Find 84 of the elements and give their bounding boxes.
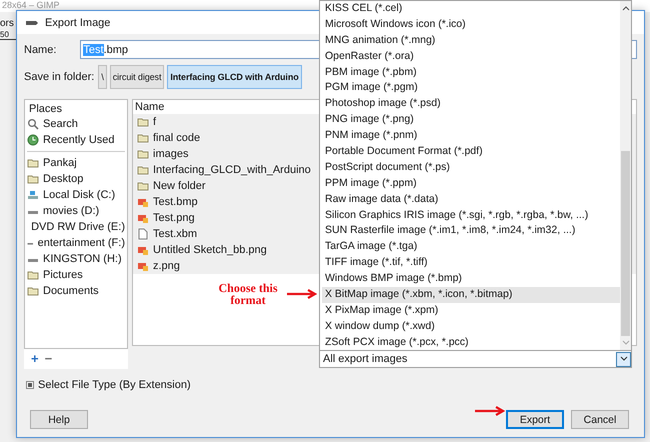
file-item[interactable]: images [153,148,188,160]
folder-icon [137,148,149,160]
file-type-option[interactable]: X BitMap image (*.xbm, *.icon, *.bitmap) [322,287,620,303]
file-type-option[interactable]: Microsoft Windows icon (*.ico) [322,16,620,33]
file-type-option[interactable]: Raw image data (*.data) [322,192,620,208]
place-item[interactable]: Pictures [43,269,83,281]
file-type-option[interactable]: PPM image (*.ppm) [322,176,620,192]
folder-icon [27,269,39,281]
path-button[interactable]: \ [98,65,107,89]
column-header: Places [28,102,64,116]
path-button[interactable]: Interfacing GLCD with Arduino [167,65,302,89]
file-type-option[interactable]: MNG animation (*.mng) [322,32,620,49]
file-item[interactable]: Test.xbm [153,228,198,240]
annotation-arrow [286,289,317,299]
folder-icon [137,180,149,192]
scroll-up-icon[interactable] [622,5,630,11]
help-button[interactable]: Help [30,410,88,429]
image-file-icon [137,244,149,256]
file-item[interactable]: Test.bmp [153,196,198,208]
file-type-option[interactable]: PNM image (*.pnm) [322,128,620,144]
file-type-option[interactable]: Photoshop image (*.psd) [322,96,620,112]
place-item[interactable]: Search [43,118,78,130]
file-type-option[interactable]: PNG image (*.png) [322,112,620,128]
place-item[interactable]: Pankaj [43,157,77,169]
file-item[interactable]: Interfacing_GLCD_with_Arduino [153,164,311,176]
file-type-option[interactable]: X window dump (*.xwd) [322,318,620,335]
file-item[interactable]: final code [153,132,200,144]
place-item[interactable]: movies (D:) [43,205,100,217]
annotation-text: Choose this format [217,282,278,306]
export-button[interactable]: Export [506,410,564,429]
file-type-combo[interactable]: All export images [323,353,408,365]
file-item[interactable]: Untitled Sketch_bb.png [153,244,267,256]
remove-button[interactable]: − [44,353,52,365]
name-label: Name: [24,44,56,56]
file-type-option[interactable]: X PixMap image (*.xpm) [322,302,620,319]
file-type-option[interactable]: Silicon Graphics IRIS image (*.sgi, *.rgb, *.rgba, *.bw, ...) [322,208,620,224]
file-type-option[interactable]: TarGA image (*.tga) [322,239,620,256]
file-type-option[interactable]: PBM image (*.pbm) [322,64,620,80]
folder-icon [27,285,39,297]
folder-icon [137,164,149,176]
menu-item[interactable]: ors [0,18,16,30]
cancel-button[interactable]: Cancel [571,410,629,429]
place-item[interactable]: DVD RW Drive (E:) [31,221,125,233]
folder-icon [27,157,39,169]
expander-label[interactable]: Select File Type (By Extension) [38,379,191,391]
file-item[interactable]: f [153,116,156,128]
file-icon [137,228,149,240]
annotation-arrow [474,406,505,416]
place-item[interactable]: KINGSTON (H:) [43,253,122,265]
file-type-option[interactable]: ZSoft PCX image (*.pcx, *.pcc) [322,334,620,350]
dialog-title: Export Image [45,16,110,28]
file-item[interactable]: z.png [153,260,180,272]
folder-icon [27,173,39,185]
caret-icon [620,356,628,362]
file-type-option[interactable]: Windows BMP image (*.bmp) [322,271,620,288]
clock-icon [27,134,39,146]
add-button[interactable]: + [31,353,39,365]
file-type-option[interactable]: PGM image (*.pgm) [322,80,620,96]
scrollbar[interactable] [620,1,631,350]
file-item[interactable]: Test.png [153,212,195,224]
folder-icon [137,116,149,128]
column-header: Name [135,101,164,113]
file-type-option[interactable]: TIFF image (*.tif, *.tiff) [322,255,620,272]
drive-icon [27,189,39,201]
file-type-option[interactable]: SUN Rasterfile image (*.im1, *.im8, *.im24, *.im32, ...) [322,223,620,240]
place-item[interactable]: Desktop [43,173,84,185]
file-item[interactable]: New folder [153,180,206,192]
expander-icon[interactable] [26,381,34,389]
folder-label: Save in folder: [24,71,94,83]
file-type-option[interactable]: Portable Document Format (*.pdf) [322,144,620,160]
folder-icon [137,132,149,144]
search-icon [27,118,39,130]
file-type-option[interactable]: OpenRaster (*.ora) [322,48,620,65]
dropdown-button[interactable] [616,352,631,366]
file-type-option[interactable]: PostScript document (*.ps) [322,160,620,176]
app-icon [25,18,39,26]
place-item[interactable]: Documents [43,285,99,297]
image-file-icon [137,260,149,272]
place-item[interactable]: Recently Used [43,134,115,146]
image-file-icon [137,212,149,224]
place-item[interactable]: entertainment (F:) [38,237,125,249]
place-item[interactable]: Local Disk (C:) [43,189,116,201]
path-button[interactable]: circuit digest [110,65,164,89]
image-file-icon [137,196,149,208]
